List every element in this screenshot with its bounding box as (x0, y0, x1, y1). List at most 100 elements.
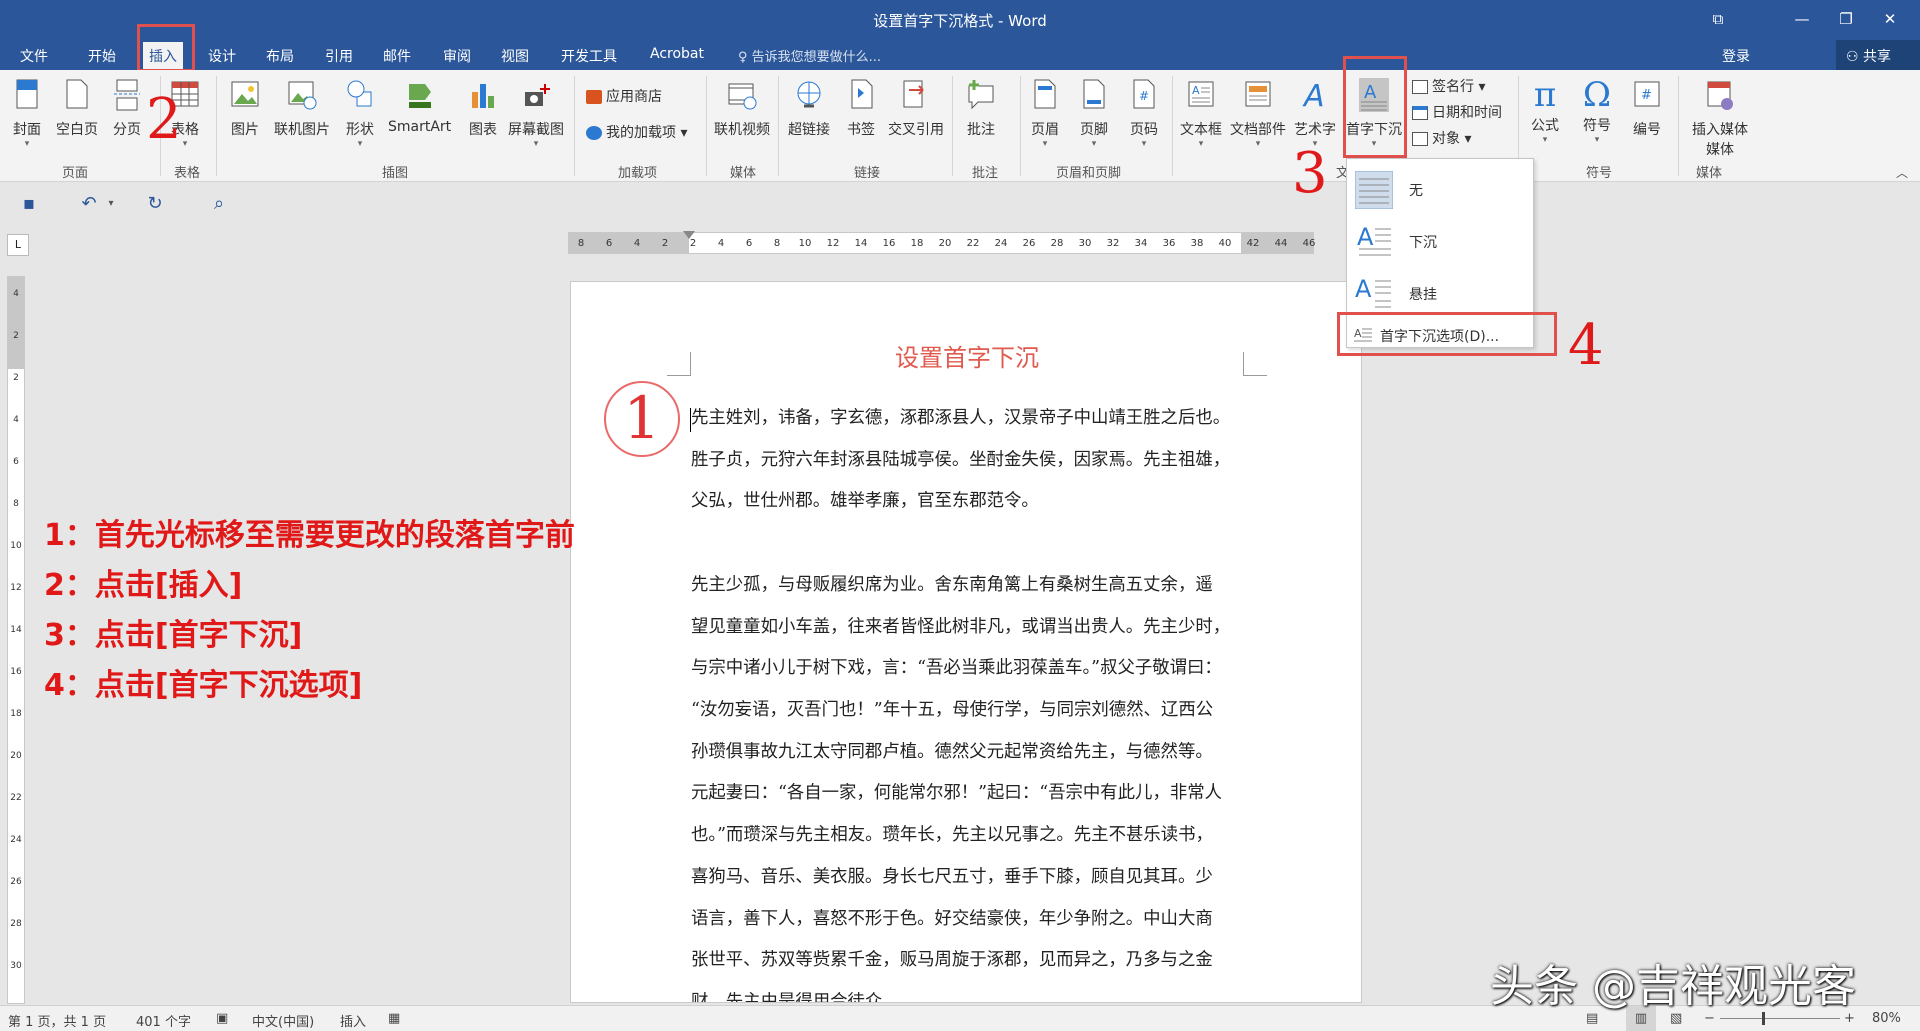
ruler-tick-label: 40 (1218, 238, 1232, 249)
group-label-symbols: 符号 (1586, 166, 1613, 181)
svg-text:A: A (1355, 275, 1372, 303)
ruler-tick-label: 42 (1246, 238, 1260, 249)
ruler-tick-label: 12 (10, 583, 22, 593)
blank-page-icon (66, 79, 88, 109)
cover-page-button[interactable]: 封面 ▾ (12, 78, 42, 149)
tab-acrobat[interactable]: Acrobat (650, 46, 704, 62)
share-label: 共享 (1863, 49, 1892, 65)
date-time-button[interactable]: 日期和时间 (1412, 102, 1502, 124)
tab-selector[interactable]: L (7, 234, 29, 256)
ruler-tick-label: 8 (13, 499, 19, 509)
zoom-level[interactable]: 80% (1872, 1011, 1901, 1026)
collapse-ribbon-icon[interactable]: ︿ (1896, 164, 1908, 181)
symbol-label: 符号 (1583, 118, 1611, 134)
macro-icon[interactable]: ▦ (388, 1011, 400, 1026)
page-number-button[interactable]: # 页码 ▾ (1129, 78, 1159, 149)
ruler-tick-label: 26 (1022, 238, 1036, 249)
signature-line-button[interactable]: 签名行 ▾ (1412, 76, 1485, 98)
proofing-icon[interactable]: ▣ (216, 1011, 228, 1026)
tab-references[interactable]: 引用 (325, 46, 353, 66)
paragraph-1[interactable]: 先主姓刘，讳备，字玄德，涿郡涿县人，汉景帝子中山靖王胜之后也。 胜子贞，元狩六年… (691, 398, 1251, 523)
tab-layout[interactable]: 布局 (266, 46, 294, 66)
ruler-tick-label: 2 (13, 331, 19, 341)
ruler-tick-label: 4 (13, 289, 19, 299)
picture-button[interactable]: 图片 (230, 78, 260, 139)
blank-page-button[interactable]: 空白页 (56, 78, 98, 139)
undo-dropdown-icon[interactable]: ▾ (100, 193, 122, 215)
group-separator (216, 76, 217, 176)
screenshot-button[interactable]: 屏幕截图 ▾ (508, 78, 564, 149)
online-picture-button[interactable]: 联机图片 (274, 78, 330, 139)
redo-icon[interactable]: ↻ (144, 193, 166, 215)
page-count[interactable]: 第 1 页，共 1 页 (8, 1011, 106, 1030)
number-icon: # (1634, 81, 1660, 107)
quick-parts-button[interactable]: 文档部件 ▾ (1230, 78, 1286, 149)
smartart-button[interactable]: SmartArt (388, 78, 451, 135)
bookmark-button[interactable]: 书签 (846, 78, 876, 139)
tab-design[interactable]: 设计 (208, 46, 236, 66)
ruler-tick-label: 16 (10, 667, 22, 677)
tab-view[interactable]: 视图 (501, 46, 529, 66)
page-number-label: 页码 (1130, 122, 1158, 138)
wordart-button[interactable]: A 艺术字 ▾ (1294, 78, 1336, 149)
step-2-number: 2 (146, 87, 182, 152)
print-preview-icon[interactable]: ⌕ (208, 193, 230, 215)
tab-mailings[interactable]: 邮件 (383, 46, 411, 66)
drop-cap-dropped-item[interactable]: A 下沉 (1347, 217, 1533, 267)
cross-reference-button[interactable]: 交叉引用 (888, 78, 944, 139)
online-video-button[interactable]: 联机视频 (714, 78, 770, 139)
undo-icon[interactable]: ↶ (78, 193, 100, 215)
maximize-icon[interactable]: ❐ (1823, 0, 1869, 40)
vertical-ruler[interactable]: 4 2 2 4 6 8 10 12 14 16 18 20 22 24 26 28 30 (7, 276, 25, 1004)
ruler-tick-label: 18 (910, 238, 924, 249)
hyperlink-button[interactable]: 超链接 (788, 78, 830, 139)
cross-ref-label: 交叉引用 (888, 122, 944, 138)
textbox-button[interactable]: A 文本框 ▾ (1180, 78, 1222, 149)
horizontal-ruler[interactable]: 8 6 4 2 2 4 6 8 10 12 14 16 18 20 22 24 26 28 30 32 34 36 38 40… (568, 231, 1315, 254)
insert-media-button[interactable]: 插入媒体 媒体 (1692, 78, 1748, 159)
tab-developer[interactable]: 开发工具 (561, 46, 617, 66)
store-button[interactable]: 应用商店 (586, 86, 662, 108)
number-button[interactable]: # 编号 (1632, 78, 1662, 139)
paragraph-2[interactable]: 先主少孤，与母贩履织席为业。舍东南角篱上有桑树生高五丈余，遥 望见童童如小车盖，… (691, 565, 1251, 1002)
bookmark-label: 书签 (847, 122, 875, 138)
tab-file[interactable]: 文件 (20, 46, 48, 66)
drop-cap-margin-label: 悬挂 (1409, 287, 1437, 303)
minimize-icon[interactable]: — (1779, 0, 1825, 40)
word-count[interactable]: 401 个字 (136, 1011, 191, 1030)
ribbon: 封面 ▾ 空白页 分页 页面 表格 ▾ 表格 图片 联机图片 形状 ▾ Smar… (0, 70, 1920, 182)
my-addins-button[interactable]: 我的加载项 ▾ (586, 122, 687, 144)
chart-button[interactable]: 图表 (468, 78, 498, 139)
object-button[interactable]: 对象 ▾ (1412, 128, 1471, 150)
new-comment-button[interactable]: 批注 (966, 78, 996, 139)
indent-marker[interactable] (683, 231, 695, 239)
insert-mode[interactable]: 插入 (340, 1011, 366, 1030)
equation-button[interactable]: π 公式 ▾ (1530, 78, 1560, 145)
symbol-button[interactable]: Ω 符号 ▾ (1582, 78, 1612, 145)
tell-me-box[interactable]: ♀ 告诉我您想要做什么... (738, 46, 881, 65)
drop-cap-none-item[interactable]: 无 (1347, 165, 1533, 215)
share-button[interactable]: ⚇ 共享 (1836, 40, 1920, 70)
tab-home[interactable]: 开始 (88, 46, 116, 66)
comment-label: 批注 (967, 122, 995, 138)
ruler-tick-label: 2 (13, 373, 19, 383)
group-label-addins: 加载项 (618, 166, 658, 181)
zoom-slider[interactable] (1720, 1018, 1840, 1019)
footer-button[interactable]: 页脚 ▾ (1079, 78, 1109, 149)
shapes-button[interactable]: 形状 ▾ (345, 78, 375, 149)
ruler-tick-label: 6 (605, 238, 613, 249)
text-line: 先主姓刘，讳备，字玄德，涿郡涿县人，汉景帝子中山靖王胜之后也。 (691, 408, 1231, 428)
page-break-button[interactable]: 分页 (112, 78, 142, 139)
ruler-tick-label: 4 (717, 238, 725, 249)
document-page[interactable]: 设置首字下沉 先主姓刘，讳备，字玄德，涿郡涿县人，汉景帝子中山靖王胜之后也。 胜… (570, 281, 1362, 1003)
header-button[interactable]: 页眉 ▾ (1030, 78, 1060, 149)
close-icon[interactable]: ✕ (1867, 0, 1913, 40)
footer-icon (1083, 79, 1105, 109)
language[interactable]: 中文(中国) (252, 1011, 314, 1030)
ruler-tick-label: 28 (10, 919, 22, 929)
ribbon-display-icon[interactable]: ⧉ (1695, 0, 1741, 40)
ruler-tick-label: 14 (854, 238, 868, 249)
save-icon[interactable]: ▪ (18, 193, 40, 215)
sign-in-link[interactable]: 登录 (1722, 46, 1750, 66)
tab-review[interactable]: 审阅 (443, 46, 471, 66)
